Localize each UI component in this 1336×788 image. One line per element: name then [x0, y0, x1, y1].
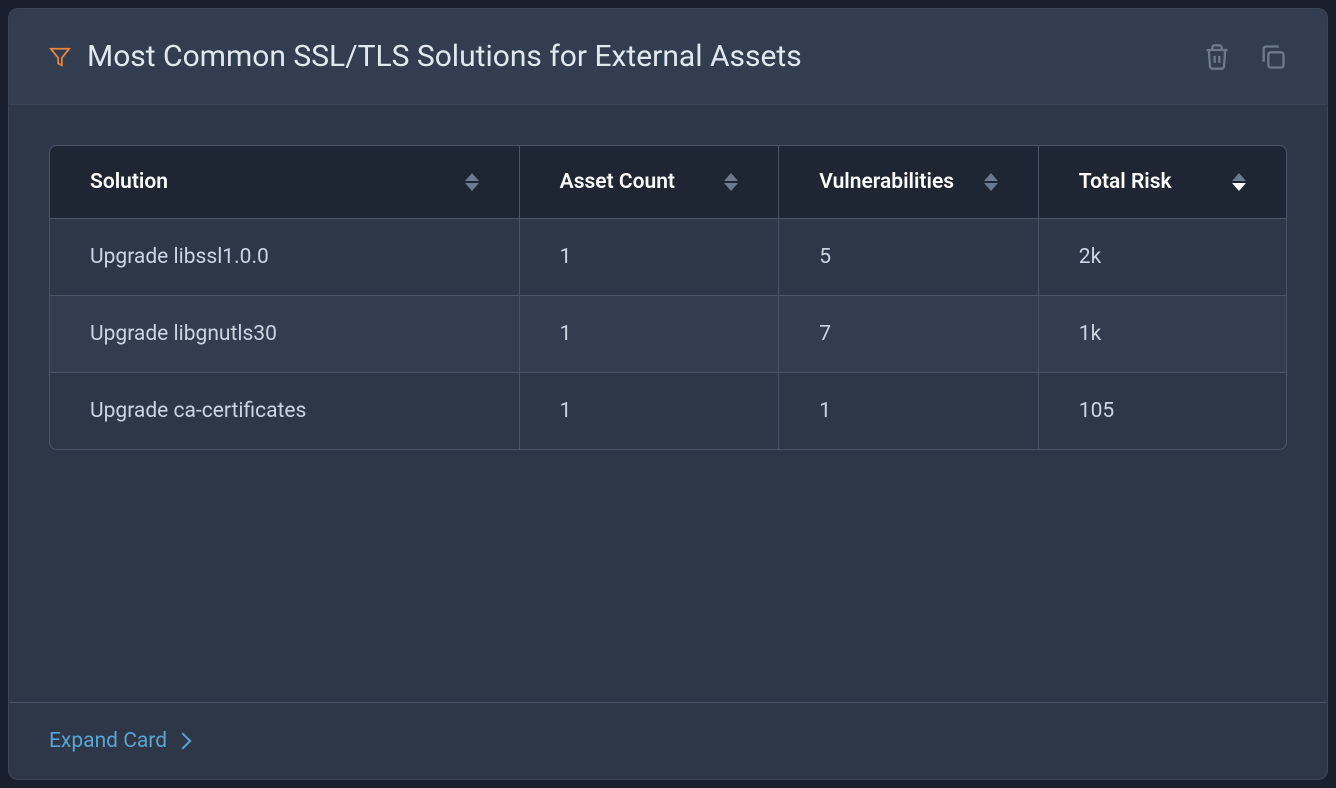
table-body: Upgrade libssl1.0.0 1 5 2k Upgrade libgn… — [50, 218, 1286, 449]
cell-asset-count: 1 — [520, 219, 780, 295]
cell-vulnerabilities: 7 — [779, 296, 1039, 372]
column-header-asset-count[interactable]: Asset Count — [520, 146, 780, 218]
cell-total-risk: 2k — [1039, 219, 1286, 295]
copy-icon[interactable] — [1259, 43, 1287, 71]
column-label: Total Risk — [1079, 170, 1172, 194]
expand-card-link[interactable]: Expand Card — [49, 729, 189, 753]
table-row[interactable]: Upgrade libgnutls30 1 7 1k — [50, 295, 1286, 372]
sort-icon — [1232, 173, 1246, 191]
chevron-right-icon — [175, 733, 192, 750]
table-header: Solution Asset Count Vulnerabilities — [50, 146, 1286, 218]
sort-icon — [724, 173, 738, 191]
card-body: Solution Asset Count Vulnerabilities — [9, 105, 1327, 702]
title-group: Most Common SSL/TLS Solutions for Extern… — [49, 39, 802, 74]
card-title: Most Common SSL/TLS Solutions for Extern… — [87, 39, 802, 74]
column-header-total-risk[interactable]: Total Risk — [1039, 146, 1286, 218]
expand-card-label: Expand Card — [49, 729, 167, 753]
trash-icon[interactable] — [1203, 43, 1231, 71]
cell-asset-count: 1 — [520, 296, 780, 372]
cell-vulnerabilities: 1 — [779, 373, 1039, 449]
column-header-vulnerabilities[interactable]: Vulnerabilities — [779, 146, 1039, 218]
table-row[interactable]: Upgrade ca-certificates 1 1 105 — [50, 372, 1286, 449]
column-label: Asset Count — [560, 170, 675, 194]
table-row[interactable]: Upgrade libssl1.0.0 1 5 2k — [50, 218, 1286, 295]
cell-solution: Upgrade ca-certificates — [50, 373, 520, 449]
cell-asset-count: 1 — [520, 373, 780, 449]
card-footer: Expand Card — [9, 702, 1327, 779]
cell-total-risk: 105 — [1039, 373, 1286, 449]
cell-solution: Upgrade libgnutls30 — [50, 296, 520, 372]
column-label: Vulnerabilities — [819, 170, 954, 194]
sort-icon — [984, 173, 998, 191]
column-header-solution[interactable]: Solution — [50, 146, 520, 218]
column-label: Solution — [90, 170, 168, 194]
filter-icon — [49, 46, 71, 68]
cell-total-risk: 1k — [1039, 296, 1286, 372]
cell-vulnerabilities: 5 — [779, 219, 1039, 295]
card-actions — [1203, 43, 1287, 71]
solutions-table: Solution Asset Count Vulnerabilities — [49, 145, 1287, 450]
cell-solution: Upgrade libssl1.0.0 — [50, 219, 520, 295]
sort-icon — [465, 173, 479, 191]
card-header: Most Common SSL/TLS Solutions for Extern… — [9, 9, 1327, 105]
dashboard-card: Most Common SSL/TLS Solutions for Extern… — [8, 8, 1328, 780]
